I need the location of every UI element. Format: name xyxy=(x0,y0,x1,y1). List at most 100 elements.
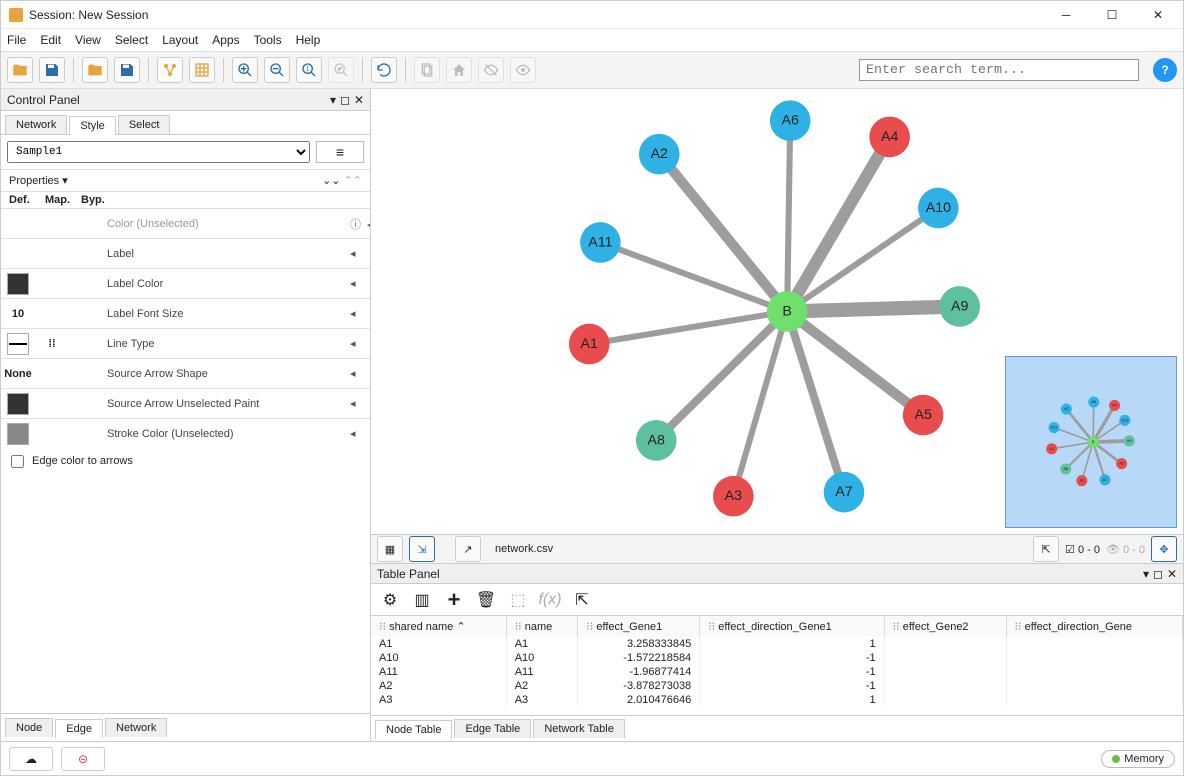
column-header[interactable]: ⁝⁝ effect_Gene1 xyxy=(578,616,700,637)
columns-icon[interactable]: ▥ xyxy=(411,589,433,611)
table-tab[interactable]: Network Table xyxy=(533,719,625,738)
table-row[interactable]: A1A13.2583338451 xyxy=(371,637,1183,651)
share-button[interactable]: ⇲ xyxy=(409,536,435,562)
menu-edit[interactable]: Edit xyxy=(40,33,61,47)
svg-text:1: 1 xyxy=(306,67,310,73)
menu-view[interactable]: View xyxy=(75,33,101,47)
menu-select[interactable]: Select xyxy=(115,33,148,47)
bottom-tab-node[interactable]: Node xyxy=(5,718,53,737)
save-file-button[interactable] xyxy=(114,57,140,83)
open-session-button[interactable] xyxy=(7,57,33,83)
close-panel-icon[interactable]: ✕ xyxy=(354,93,364,107)
column-header[interactable]: ⁝⁝ shared name ⌃ xyxy=(371,616,506,637)
table-close-icon[interactable]: ✕ xyxy=(1167,567,1177,581)
hidden-count: 👁 0 - 0 xyxy=(1106,543,1145,556)
svg-text:A4: A4 xyxy=(881,129,898,145)
table-tab[interactable]: Edge Table xyxy=(454,719,531,738)
network-view[interactable]: BA6A4A2A10A11A9A1A5A8A7A3 BA6A4A2A10A11A… xyxy=(371,89,1183,534)
menu-help[interactable]: Help xyxy=(296,33,321,47)
select-mode-icon[interactable]: ⬚ xyxy=(507,589,529,611)
control-panel-title: Control Panel xyxy=(7,93,80,107)
stop-button[interactable]: ⊝ xyxy=(61,747,105,771)
property-row[interactable]: 10Label Font Size◂ xyxy=(1,299,370,329)
property-row[interactable]: Color (Unselected)ⓘ◂ xyxy=(1,209,370,239)
style-options-button[interactable]: ≡ xyxy=(316,141,364,163)
minimize-button[interactable]: ─ xyxy=(1049,4,1083,26)
table-float-icon[interactable]: ◻ xyxy=(1153,567,1163,581)
add-column-icon[interactable]: + xyxy=(443,589,465,611)
export-table-icon[interactable]: ⇱ xyxy=(571,589,593,611)
column-header[interactable]: ⁝⁝ effect_direction_Gene1 xyxy=(700,616,884,637)
maximize-button[interactable]: ☐ xyxy=(1095,4,1129,26)
svg-text:A11: A11 xyxy=(1051,426,1058,430)
import-network-button[interactable] xyxy=(157,57,183,83)
dropdown-icon[interactable]: ▾ xyxy=(330,93,336,107)
table-dropdown-icon[interactable]: ▾ xyxy=(1143,567,1149,581)
delete-column-icon[interactable]: 🗑 xyxy=(475,589,497,611)
grid-view-button[interactable]: ▦ xyxy=(377,536,403,562)
detach-button[interactable]: ↗ xyxy=(455,536,481,562)
zoom-selected-button[interactable] xyxy=(328,57,354,83)
menu-layout[interactable]: Layout xyxy=(162,33,198,47)
save-session-button[interactable] xyxy=(39,57,65,83)
open-file-button[interactable] xyxy=(82,57,108,83)
table-row[interactable]: A11A11-1.96877414-1 xyxy=(371,665,1183,679)
gear-icon[interactable]: ⚙ xyxy=(379,589,401,611)
zoom-out-button[interactable] xyxy=(264,57,290,83)
main-toolbar: 1 ? xyxy=(1,51,1183,89)
svg-text:A10: A10 xyxy=(926,200,951,216)
property-row[interactable]: Stroke Color (Unselected)◂ xyxy=(1,419,370,447)
selection-count: ☑ 0 - 0 xyxy=(1065,543,1100,556)
export-network-button[interactable]: ⇱ xyxy=(1033,536,1059,562)
search-input[interactable] xyxy=(859,59,1139,81)
home-button[interactable] xyxy=(446,57,472,83)
overview-panel[interactable]: BA6A4A2A10A11A9A1A5A8A7A3 xyxy=(1005,356,1177,528)
svg-text:A5: A5 xyxy=(914,407,931,423)
import-table-button[interactable] xyxy=(189,57,215,83)
property-row[interactable]: NoneSource Arrow Shape◂ xyxy=(1,359,370,389)
menu-tools[interactable]: Tools xyxy=(254,33,282,47)
window-title: Session: New Session xyxy=(29,8,148,22)
table-tab[interactable]: Node Table xyxy=(375,720,452,739)
menu-file[interactable]: File xyxy=(7,33,26,47)
cloud-button[interactable]: ☁ xyxy=(9,747,53,771)
close-button[interactable]: ✕ xyxy=(1141,4,1175,26)
refresh-button[interactable] xyxy=(371,57,397,83)
table-row[interactable]: A10A10-1.572218584-1 xyxy=(371,651,1183,665)
table-tabs: Node TableEdge TableNetwork Table xyxy=(371,716,1183,741)
collapse-up-icon[interactable]: ⌃⌃ xyxy=(344,175,362,187)
show-button[interactable] xyxy=(510,57,536,83)
titlebar: Session: New Session ─ ☐ ✕ xyxy=(1,1,1183,29)
property-row[interactable]: Source Arrow Unselected Paint◂ xyxy=(1,389,370,419)
tab-select[interactable]: Select xyxy=(118,115,171,134)
property-row[interactable]: ⁞⁞Line Type◂ xyxy=(1,329,370,359)
edge-color-checkbox[interactable] xyxy=(11,455,24,468)
bottom-tab-network[interactable]: Network xyxy=(105,718,167,737)
expand-down-icon[interactable]: ⌄⌄ xyxy=(322,175,340,187)
svg-text:A9: A9 xyxy=(1127,439,1132,443)
zoom-in-button[interactable] xyxy=(232,57,258,83)
svg-text:A6: A6 xyxy=(1091,400,1096,404)
fit-content-button[interactable]: ✥ xyxy=(1151,536,1177,562)
help-button[interactable]: ? xyxy=(1153,58,1177,82)
style-selector[interactable]: Sample1 xyxy=(7,141,310,163)
zoom-fit-button[interactable]: 1 xyxy=(296,57,322,83)
column-header[interactable]: ⁝⁝ effect_direction_Gene xyxy=(1006,616,1182,637)
table-row[interactable]: A3A32.0104766461 xyxy=(371,693,1183,707)
property-row[interactable]: Label◂ xyxy=(1,239,370,269)
properties-label: Properties xyxy=(9,175,59,187)
column-header[interactable]: ⁝⁝ effect_Gene2 xyxy=(884,616,1006,637)
property-row[interactable]: Label Color◂ xyxy=(1,269,370,299)
tab-style[interactable]: Style xyxy=(69,116,115,135)
tab-network[interactable]: Network xyxy=(5,115,67,134)
menu-apps[interactable]: Apps xyxy=(212,33,239,47)
hide-button[interactable] xyxy=(478,57,504,83)
memory-button[interactable]: Memory xyxy=(1101,750,1175,768)
export-button[interactable] xyxy=(414,57,440,83)
bottom-tab-edge[interactable]: Edge xyxy=(55,719,103,738)
data-table[interactable]: ⁝⁝ shared name ⌃⁝⁝ name⁝⁝ effect_Gene1⁝⁝… xyxy=(371,616,1183,707)
float-icon[interactable]: ◻ xyxy=(340,93,350,107)
function-icon[interactable]: f(x) xyxy=(539,589,561,611)
table-row[interactable]: A2A2-3.878273038-1 xyxy=(371,679,1183,693)
column-header[interactable]: ⁝⁝ name xyxy=(506,616,578,637)
